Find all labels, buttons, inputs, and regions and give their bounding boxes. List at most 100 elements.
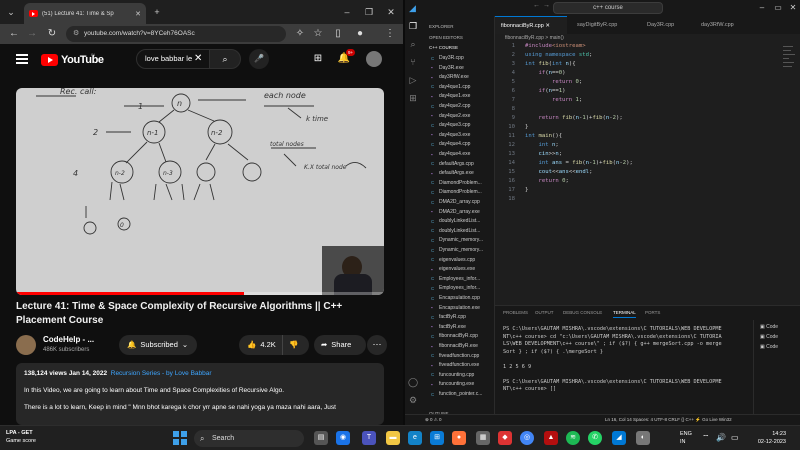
maximize-button[interactable]: ❐ [362, 4, 376, 20]
like-button[interactable]: 👍 4.2K [239, 335, 283, 355]
spotify-icon[interactable]: ≋ [566, 431, 580, 445]
clock[interactable]: 14:23 02-12-2023 [752, 430, 786, 446]
tab-fibonnaci[interactable]: fibonnaciByR.cpp ✕ [495, 16, 567, 34]
vscode-close-button[interactable]: ✕ [786, 0, 800, 16]
new-tab-button[interactable]: + [150, 4, 164, 20]
forward-arrow-icon[interactable]: → [24, 26, 40, 42]
explorer-files-icon[interactable]: ❐ [405, 18, 421, 34]
back-arrow-icon[interactable]: ← [6, 26, 22, 42]
teams-app-icon[interactable]: T [362, 431, 376, 445]
explorer-file-item[interactable]: CfactByR.cpp [431, 314, 466, 320]
close-tab-icon[interactable]: ✕ [135, 10, 141, 18]
share-button[interactable]: ➦ Share [314, 335, 366, 355]
nav-forward-icon[interactable]: → [543, 2, 550, 9]
video-progress-bar[interactable] [16, 292, 384, 295]
explorer-file-item[interactable]: C Dynamic_memory... [431, 237, 483, 243]
tab-output[interactable]: OUTPUT [535, 310, 554, 315]
explorer-file-item[interactable]: C Dynamic_memory... [431, 247, 483, 253]
explorer-file-item[interactable]: Cfiveadfunction.cpp [431, 353, 479, 359]
vscode-minimize-button[interactable]: – [755, 0, 769, 16]
channel-avatar[interactable] [16, 335, 36, 355]
task-view-icon[interactable]: ▤ [314, 431, 328, 445]
app-icon-grey-2[interactable]: ◐ [636, 431, 650, 445]
tab-saydigit[interactable]: sayDigitByR.cpp [571, 16, 637, 34]
explorer-file-item[interactable]: CdoublyLinkedList... [431, 228, 480, 234]
chrome-app-icon[interactable]: ◎ [520, 431, 534, 445]
explorer-file-item[interactable]: ▪ eigenvalues.exe [431, 266, 475, 272]
taskbar-search[interactable]: ⌕ Search [194, 430, 304, 447]
account-icon[interactable]: ◯ [405, 374, 421, 390]
url-input[interactable]: ⚙ youtube.com/watch?v=8YCeh76OASc [66, 26, 286, 42]
explorer-file-item[interactable]: ▪ day4que3.exe [431, 132, 470, 138]
zoom-app-icon[interactable]: ◉ [336, 431, 350, 445]
close-window-button[interactable]: ✕ [384, 4, 398, 20]
search-icon[interactable]: ⌕ [405, 36, 421, 52]
open-editors-header[interactable]: OPEN EDITORS [429, 35, 463, 40]
code-editor[interactable]: 1 2 3 4 5 6 7 8 9 10 11 12 13 14 15 16 17 18 #include<ios… [495, 43, 800, 303]
manage-gear-icon[interactable]: ⚙ [405, 392, 421, 408]
app-icon-red[interactable]: ▲ [544, 431, 558, 445]
video-description[interactable]: 138,124 views Jan 14, 2022 Recursion Ser… [16, 363, 384, 425]
wifi-icon[interactable]: ⌔ [702, 433, 710, 443]
browser-tab-youtube[interactable]: (51) Lecture 41: Time & Sp ✕ [24, 3, 146, 24]
explorer-file-item[interactable]: Cday4que1.cpp [431, 84, 470, 90]
extensions-icon[interactable]: ⊞ [405, 90, 421, 106]
voice-search-button[interactable]: 🎤 [249, 49, 269, 69]
dislike-button[interactable]: 👎 [283, 335, 298, 355]
explorer-file-item[interactable]: ▪ DMA2D_array.exe [431, 209, 480, 215]
office-app-icon[interactable]: ◆ [498, 431, 512, 445]
explorer-file-item[interactable]: ▪ funcounting.exe [431, 381, 474, 387]
chrome-menu-icon[interactable]: ⋮ [382, 26, 398, 42]
explorer-file-item[interactable]: Cday4que3.cpp [431, 122, 470, 128]
problems-status[interactable]: ⊗ 0 ⚠ 0 [425, 415, 442, 425]
volume-icon[interactable]: 🔊 [716, 433, 726, 442]
explorer-file-item[interactable]: Cfuncounting.cpp [431, 372, 474, 378]
editor-status[interactable]: Ln 16, Col 14 Spaces: 4 UTF-8 CRLF {} C+… [605, 415, 732, 425]
extension-icon[interactable]: ✧ [292, 26, 308, 42]
explorer-file-item[interactable]: ▪ day3RfW.exe [431, 74, 469, 80]
explorer-file-item[interactable]: C Encapsulation.cpp [431, 295, 480, 301]
terminal-item[interactable]: ▣ Code [760, 324, 778, 330]
explorer-file-item[interactable]: C DMA2D_array.cpp [431, 199, 480, 205]
explorer-file-item[interactable]: Cday4que2.cpp [431, 103, 470, 109]
account-avatar[interactable] [366, 51, 382, 67]
explorer-file-item[interactable]: ▪ day4que1.exe [431, 93, 470, 99]
tab-menu-icon[interactable]: ⌄ [4, 4, 18, 20]
clear-search-icon[interactable]: ✕ [194, 49, 202, 69]
explorer-file-item[interactable]: ▪ fibonnaciByR.exe [431, 343, 478, 349]
terminal-item[interactable]: ▣ Code [760, 334, 778, 340]
sidepanel-icon[interactable]: ▯ [330, 26, 346, 42]
battery-icon[interactable]: ▭ [731, 433, 739, 442]
reload-icon[interactable]: ↻ [44, 26, 60, 42]
store-app-icon[interactable]: ⊞ [430, 431, 444, 445]
explorer-file-item[interactable]: ▪ Day3R.exe [431, 65, 464, 71]
explorer-file-item[interactable]: ▪ day4que4.exe [431, 151, 470, 157]
tab-day3r[interactable]: Day3R.cpp [641, 16, 691, 34]
more-actions-button[interactable]: ⋯ [367, 335, 387, 355]
terminal-output[interactable]: PS C:\Users\GAUTAM MISHRA\.vscode\extens… [503, 326, 725, 394]
command-center-search[interactable]: c++ course [553, 2, 663, 14]
explorer-file-item[interactable]: CdefaultArgs.cpp [431, 161, 474, 167]
explorer-file-item[interactable]: C DiamondProblem... [431, 189, 482, 195]
minimize-button[interactable]: – [340, 4, 354, 20]
explorer-file-item[interactable]: Cfunction_pointer.c... [431, 391, 482, 397]
tab-day3rfw[interactable]: day3RfW.cpp [695, 16, 755, 34]
profile-icon[interactable]: ● [352, 26, 368, 42]
explorer-file-item[interactable]: ▪ Encapsulation.exe [431, 305, 480, 311]
folder-header[interactable]: C++ COURSE [429, 45, 458, 50]
hamburger-menu-icon[interactable] [16, 54, 28, 64]
whatsapp-icon[interactable]: ✆ [588, 431, 602, 445]
explorer-file-item[interactable]: ▪ day4que2.exe [431, 113, 470, 119]
tab-terminal[interactable]: TERMINAL [613, 310, 636, 318]
terminal-item[interactable]: ▣ Code [760, 344, 778, 350]
source-control-icon[interactable]: ⑂ [405, 54, 421, 70]
explorer-file-item[interactable]: C Day3R.cpp [431, 55, 464, 61]
youtube-logo[interactable]: YouTube IN [41, 52, 104, 66]
edge-browser-icon[interactable]: e [408, 431, 422, 445]
explorer-file-item[interactable]: ▪ defaultArgs.exe [431, 170, 474, 176]
series-link[interactable]: Recursion Series - by Love Babbar [111, 370, 212, 377]
explorer-file-item[interactable]: ▪ fiveadfunction.exe [431, 362, 479, 368]
minimap[interactable] [783, 43, 797, 103]
system-tray[interactable]: ENG IN [680, 430, 692, 446]
explorer-file-item[interactable]: CdoublyLinkedList... [431, 218, 480, 224]
